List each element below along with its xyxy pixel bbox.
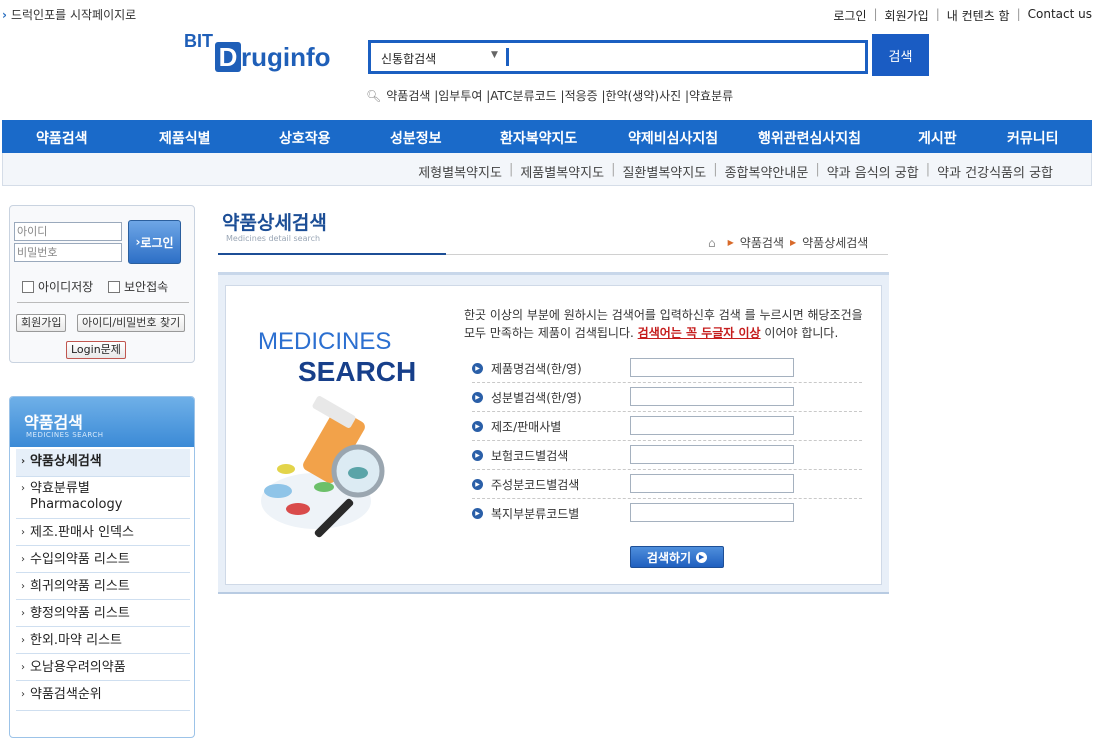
set-homepage-link[interactable]: › 드럭인포를 시작페이지로 <box>2 6 136 23</box>
site-logo[interactable]: BIT D ruginfo <box>184 30 331 72</box>
search-category-select[interactable]: 신통합검색 ▼ <box>381 50 501 67</box>
left-menu-item-pharmacology[interactable]: › 약효분류별 Pharmacology <box>16 477 190 519</box>
top-bar: › 드럭인포를 시작페이지로 로그인 | 회원가입 | 내 컨텐츠 함 | Contac… <box>0 0 1106 28</box>
field-row-maker: ▶ 제조/판매사별 <box>472 412 862 441</box>
search-button[interactable]: 검색 <box>872 34 929 76</box>
login-button[interactable]: › 로그인 <box>128 220 181 264</box>
nav-item-community[interactable]: 커뮤니티 <box>1007 128 1059 148</box>
bullet-icon: ▶ <box>472 421 483 432</box>
nav-item-interaction[interactable]: 상호작용 <box>279 128 331 148</box>
arrow-right-icon: ▶ <box>696 551 708 563</box>
divider <box>17 302 189 303</box>
search-description: 한곳 이상의 부분에 원하시는 검색어를 입력하신후 검색 를 누르시면 해당조… <box>464 308 863 340</box>
divider <box>446 254 888 255</box>
login-box: 아이디 비밀번호 › 로그인 아이디저장 보안접속 회원가입 아이디/비밀번호 찾… <box>9 205 195 363</box>
maker-input[interactable] <box>630 416 794 435</box>
left-menu-item-narcotic-list[interactable]: › 한외.마약 리스트 <box>16 627 190 654</box>
nav-item-patient-guide[interactable]: 환자복약지도 <box>500 128 577 148</box>
welfare-code-input[interactable] <box>630 503 794 522</box>
nav-item-drug-review[interactable]: 약제비심사지침 <box>628 128 718 148</box>
breadcrumb-item: 약품상세검색 <box>802 236 869 250</box>
field-row-product-name: ▶ 제품명검색(한/영) <box>472 354 862 383</box>
ingredient-code-input[interactable] <box>630 474 794 493</box>
subnav-item[interactable]: 종합복약안내문 <box>725 162 809 181</box>
nav-item-ingredient[interactable]: 성분정보 <box>390 128 442 148</box>
detail-search-panel: MEDICINES SEARCH 한곳 이상의 부분에 원하시는 검색어를 입력… <box>218 272 889 594</box>
contact-link[interactable]: Contact us <box>1028 7 1092 24</box>
left-menu-item-ranking[interactable]: › 약품검색순위 <box>16 681 190 711</box>
insurance-code-input[interactable] <box>630 445 794 464</box>
subnav-item[interactable]: 약과 음식의 궁합 <box>827 162 919 181</box>
breadcrumb-item[interactable]: 약품검색 <box>740 234 784 251</box>
nav-item-drug-search[interactable]: 약품검색 <box>36 128 88 148</box>
join-button[interactable]: 회원가입 <box>16 314 67 332</box>
utility-links: 로그인 | 회원가입 | 내 컨텐츠 함 | Contact us <box>833 7 1092 24</box>
left-menu-item-maker-index[interactable]: › 제조.판매사 인덱스 <box>16 519 190 546</box>
text-cursor <box>506 48 509 66</box>
nav-item-practice-review[interactable]: 행위관련심사지침 <box>758 128 861 148</box>
my-contents-link[interactable]: 내 컨텐츠 함 <box>947 7 1010 24</box>
sub-nav: 제형별복약지도 | 제품별복약지도 | 질환별복약지도 | 종합복약안내문 | 약과 음… <box>2 153 1092 186</box>
bullet-icon: ▶ <box>472 392 483 403</box>
search-form: MEDICINES SEARCH 한곳 이상의 부분에 원하시는 검색어를 입력… <box>225 285 882 585</box>
home-icon[interactable]: ⌂ <box>708 236 716 250</box>
left-menu-header: 약품검색 MEDICINES SEARCH <box>10 397 194 447</box>
join-link[interactable]: 회원가입 <box>885 7 929 24</box>
pill-magnifier-illustration <box>261 396 385 538</box>
search-submit-button[interactable]: 검색하기 ▶ <box>630 546 724 568</box>
subnav-item[interactable]: 제품별복약지도 <box>520 162 604 181</box>
quick-links[interactable]: 🔍︎ 약품검색 |임부투여 |ATC분류코드 |적응증 |한약(생약)사진 |약… <box>366 87 733 104</box>
chevron-right-icon: › <box>2 8 7 22</box>
breadcrumb: ⌂ ▶ 약품검색 ▶ 약품상세검색 <box>708 234 869 251</box>
find-account-button[interactable]: 아이디/비밀번호 찾기 <box>77 314 186 332</box>
bullet-icon: ▶ <box>472 363 483 374</box>
bullet-icon: ▶ <box>472 508 483 519</box>
field-row-insurance-code: ▶ 보험코드별검색 <box>472 441 862 470</box>
left-menu-item-psychotropic-list[interactable]: › 향정의약품 리스트 <box>16 600 190 627</box>
product-name-input[interactable] <box>630 358 794 377</box>
title-underline <box>218 253 446 255</box>
left-menu-item-misuse-list[interactable]: › 오남용우려의약품 <box>16 654 190 681</box>
login-link[interactable]: 로그인 <box>833 7 866 24</box>
page-title: 약품상세검색 <box>222 212 327 234</box>
left-menu: 약품검색 MEDICINES SEARCH › 약품상세검색 › 약효분류별 Phar… <box>9 396 195 738</box>
panel-heading: MEDICINES <box>258 328 392 355</box>
page-subtitle: Medicines detail search <box>226 234 321 243</box>
nav-item-board[interactable]: 게시판 <box>918 128 957 148</box>
search-input[interactable]: 신통합검색 ▼ <box>368 40 868 74</box>
ingredient-input[interactable] <box>630 387 794 406</box>
search-icon: 🔍︎ <box>366 88 382 103</box>
panel-heading: SEARCH <box>298 356 417 387</box>
subnav-item[interactable]: 제형별복약지도 <box>418 162 502 181</box>
left-menu-item-import-list[interactable]: › 수입의약품 리스트 <box>16 546 190 573</box>
chevron-down-icon: ▼ <box>491 50 498 60</box>
bullet-icon: ▶ <box>472 479 483 490</box>
left-menu-item-orphan-list[interactable]: › 희귀의약품 리스트 <box>16 573 190 600</box>
main-nav: 약품검색 제품식별 상호작용 성분정보 환자복약지도 약제비심사지침 행위관련심… <box>2 120 1092 153</box>
subnav-item[interactable]: 약과 건강식품의 궁합 <box>937 162 1053 181</box>
subnav-item[interactable]: 질환별복약지도 <box>622 162 706 181</box>
field-row-ingredient-code: ▶ 주성분코드별검색 <box>472 470 862 499</box>
bullet-icon: ▶ <box>472 450 483 461</box>
field-row-ingredient: ▶ 성분별검색(한/영) <box>472 383 862 412</box>
id-field[interactable]: 아이디 <box>14 222 122 241</box>
password-field[interactable]: 비밀번호 <box>14 243 122 262</box>
field-row-welfare-code: ▶ 복지부분류코드별 <box>472 499 862 528</box>
left-menu-item-detail-search[interactable]: › 약품상세검색 <box>16 449 190 477</box>
secure-login-checkbox[interactable]: 보안접속 <box>108 278 168 295</box>
save-id-checkbox[interactable]: 아이디저장 <box>22 278 93 295</box>
nav-item-product-id[interactable]: 제품식별 <box>159 128 211 148</box>
login-problem-button[interactable]: Login문제 <box>66 341 126 359</box>
